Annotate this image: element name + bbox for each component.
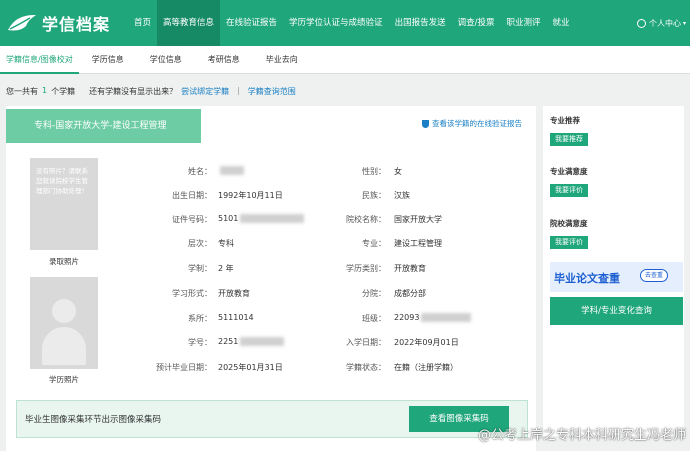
name-label: 姓名： <box>188 167 212 176</box>
study-form-label: 学习形式： <box>172 289 212 298</box>
site-logo[interactable]: 学信档案 <box>6 11 128 35</box>
level-label: 层次： <box>188 239 212 248</box>
subnav-item[interactable]: 学历信息 <box>79 46 137 74</box>
brand-name: 学信档案 <box>42 15 111 34</box>
birth-value: 1992年10月11日 <box>218 191 283 200</box>
side-panel: 专业推荐 我要推荐 专业满意度 我要评价 院校满意度 我要评价 毕业论文查重 去… <box>543 106 684 436</box>
redacted-block <box>220 166 244 175</box>
nav-item[interactable]: 职业测评 <box>500 0 546 46</box>
nav-item[interactable]: 在线验证报告 <box>220 0 283 46</box>
duration-value: 2 年 <box>218 264 234 273</box>
student-no-value: 2251 <box>218 337 285 346</box>
edu-type-label: 学历类别： <box>346 264 386 273</box>
subnav-item[interactable]: 学位信息 <box>137 46 195 74</box>
redacted-block <box>240 337 285 346</box>
school-label: 院校名称： <box>346 215 386 224</box>
chevron-down-icon: ▾ <box>682 19 686 27</box>
name-value <box>218 166 244 175</box>
bind-record-link[interactable]: 尝试绑定学籍 <box>181 86 229 97</box>
grad-date-label: 预计毕业日期： <box>156 363 212 372</box>
admission-photo-caption: 录取照片 <box>49 257 79 266</box>
branch-label: 分院： <box>362 289 386 298</box>
degree-photo <box>30 277 98 369</box>
thesis-check-ad-button[interactable]: 去查重 <box>640 269 669 282</box>
verify-report-label: 查看该学籍的在线验证报告 <box>432 119 522 128</box>
user-center-label: 个人中心 <box>648 18 681 28</box>
major-recommend-title: 专业推荐 <box>550 116 580 125</box>
gender-label: 性别： <box>362 167 386 176</box>
level-value: 专科 <box>218 239 234 248</box>
edu-type-value: 开放教育 <box>394 264 426 273</box>
study-form-value: 开放教育 <box>218 289 250 298</box>
redacted-block <box>421 313 472 322</box>
photo-placeholder-text: 没有照片？请联系您就读院校学生管理部门协助处理！ <box>36 167 88 195</box>
verify-report-link[interactable]: 查看该学籍的在线验证报告 <box>422 118 522 129</box>
query-scope-link[interactable]: 学籍查询范围 <box>248 86 296 97</box>
rate-major-button[interactable]: 我要评价 <box>550 184 588 197</box>
status-label: 学籍状态： <box>346 363 386 372</box>
major-value: 建设工程管理 <box>394 239 442 248</box>
nav-item[interactable]: 调查/投票 <box>452 0 501 46</box>
top-nav: 学信档案 首页 高等教育信息 在线验证报告 学历学位认证与成绩验证 出国报告发送 调查/投… <box>0 0 690 46</box>
branch-value: 成都分部 <box>394 289 426 298</box>
user-icon <box>636 18 646 28</box>
ethnicity-label: 民族： <box>362 191 386 200</box>
capture-code-bar: 毕业生图像采集环节出示图像采集码 查看图像采集码 <box>16 400 528 438</box>
department-value: 5111014 <box>218 313 254 322</box>
department-label: 系所： <box>188 314 212 323</box>
recommend-major-button[interactable]: 我要推荐 <box>550 133 588 146</box>
grad-date-value: 2025年01月31日 <box>218 363 283 372</box>
capture-code-text: 毕业生图像采集环节出示图像采集码 <box>25 415 162 425</box>
student-no-label: 学号： <box>188 338 212 347</box>
id-value: 5101 <box>218 214 305 223</box>
duration-label: 学制： <box>188 264 212 273</box>
nav-item[interactable]: 出国报告发送 <box>389 0 452 46</box>
class-value: 22093 <box>394 313 472 322</box>
record-count: 1 <box>42 86 48 95</box>
record-count-line: 您一共有 1 个学籍 还有学籍没有显示出来？ 尝试绑定学籍 | 学籍查询范围 <box>6 86 296 97</box>
nav-item[interactable]: 首页 <box>128 0 157 46</box>
user-center-link[interactable]: 个人中心 ▾ <box>636 0 686 46</box>
subnav-item[interactable]: 学籍信息/图像校对 <box>0 46 79 74</box>
school-value: 国家开放大学 <box>394 215 442 224</box>
main-nav: 首页 高等教育信息 在线验证报告 学历学位认证与成绩验证 出国报告发送 调查/投票 职业测评… <box>128 0 575 46</box>
nav-item[interactable]: 高等教育信息 <box>157 0 221 46</box>
sub-nav: 学籍信息/图像校对 学历信息 学位信息 考研信息 毕业去向 <box>0 46 690 74</box>
separator: | <box>237 86 240 95</box>
major-label: 专业： <box>362 239 386 248</box>
thesis-check-ad-title: 毕业论文查重 <box>554 272 620 285</box>
missing-question: 还有学籍没有显示出来？ <box>89 87 178 96</box>
record-card: 专科-国家开放大学-建设工程管理 查看该学籍的在线验证报告 没有照片？请联系您就… <box>6 106 536 451</box>
avatar-head-icon <box>52 299 76 323</box>
ethnicity-value: 汉族 <box>394 191 410 200</box>
class-label: 班级： <box>362 314 386 323</box>
subnav-item[interactable]: 考研信息 <box>195 46 253 74</box>
status-value: 在籍（注册学籍） <box>394 363 458 372</box>
count-unit: 个学籍 <box>51 87 76 96</box>
major-satisfaction-title: 专业满意度 <box>550 167 588 176</box>
nav-item[interactable]: 学历学位认证与成绩验证 <box>283 0 389 46</box>
id-label: 证件号码： <box>172 215 212 224</box>
nav-item[interactable]: 就业 <box>546 0 575 46</box>
logo-leaf-icon <box>6 12 38 34</box>
gender-value: 女 <box>394 167 402 176</box>
thesis-check-ad[interactable]: 毕业论文查重 去查重 <box>550 262 683 292</box>
birth-label: 出生日期： <box>172 191 212 200</box>
admission-photo: 没有照片？请联系您就读院校学生管理部门协助处理！ <box>30 158 98 250</box>
subnav-item[interactable]: 毕业去向 <box>253 46 311 74</box>
school-satisfaction-title: 院校满意度 <box>550 219 588 228</box>
count-prefix: 您一共有 <box>6 87 38 96</box>
enroll-date-label: 入学日期： <box>346 338 386 347</box>
major-change-query-button[interactable]: 学科/专业变化查询 <box>550 297 683 325</box>
watermark: @公考上岸之专科本科研究生冯老师 <box>477 428 686 443</box>
shield-icon <box>422 119 429 128</box>
avatar-body-icon <box>42 327 86 365</box>
redacted-block <box>240 214 305 223</box>
record-banner: 专科-国家开放大学-建设工程管理 <box>6 109 201 143</box>
enroll-date-value: 2022年09月01日 <box>394 338 459 347</box>
degree-photo-caption: 学历照片 <box>49 375 79 384</box>
rate-school-button[interactable]: 我要评价 <box>550 236 588 249</box>
